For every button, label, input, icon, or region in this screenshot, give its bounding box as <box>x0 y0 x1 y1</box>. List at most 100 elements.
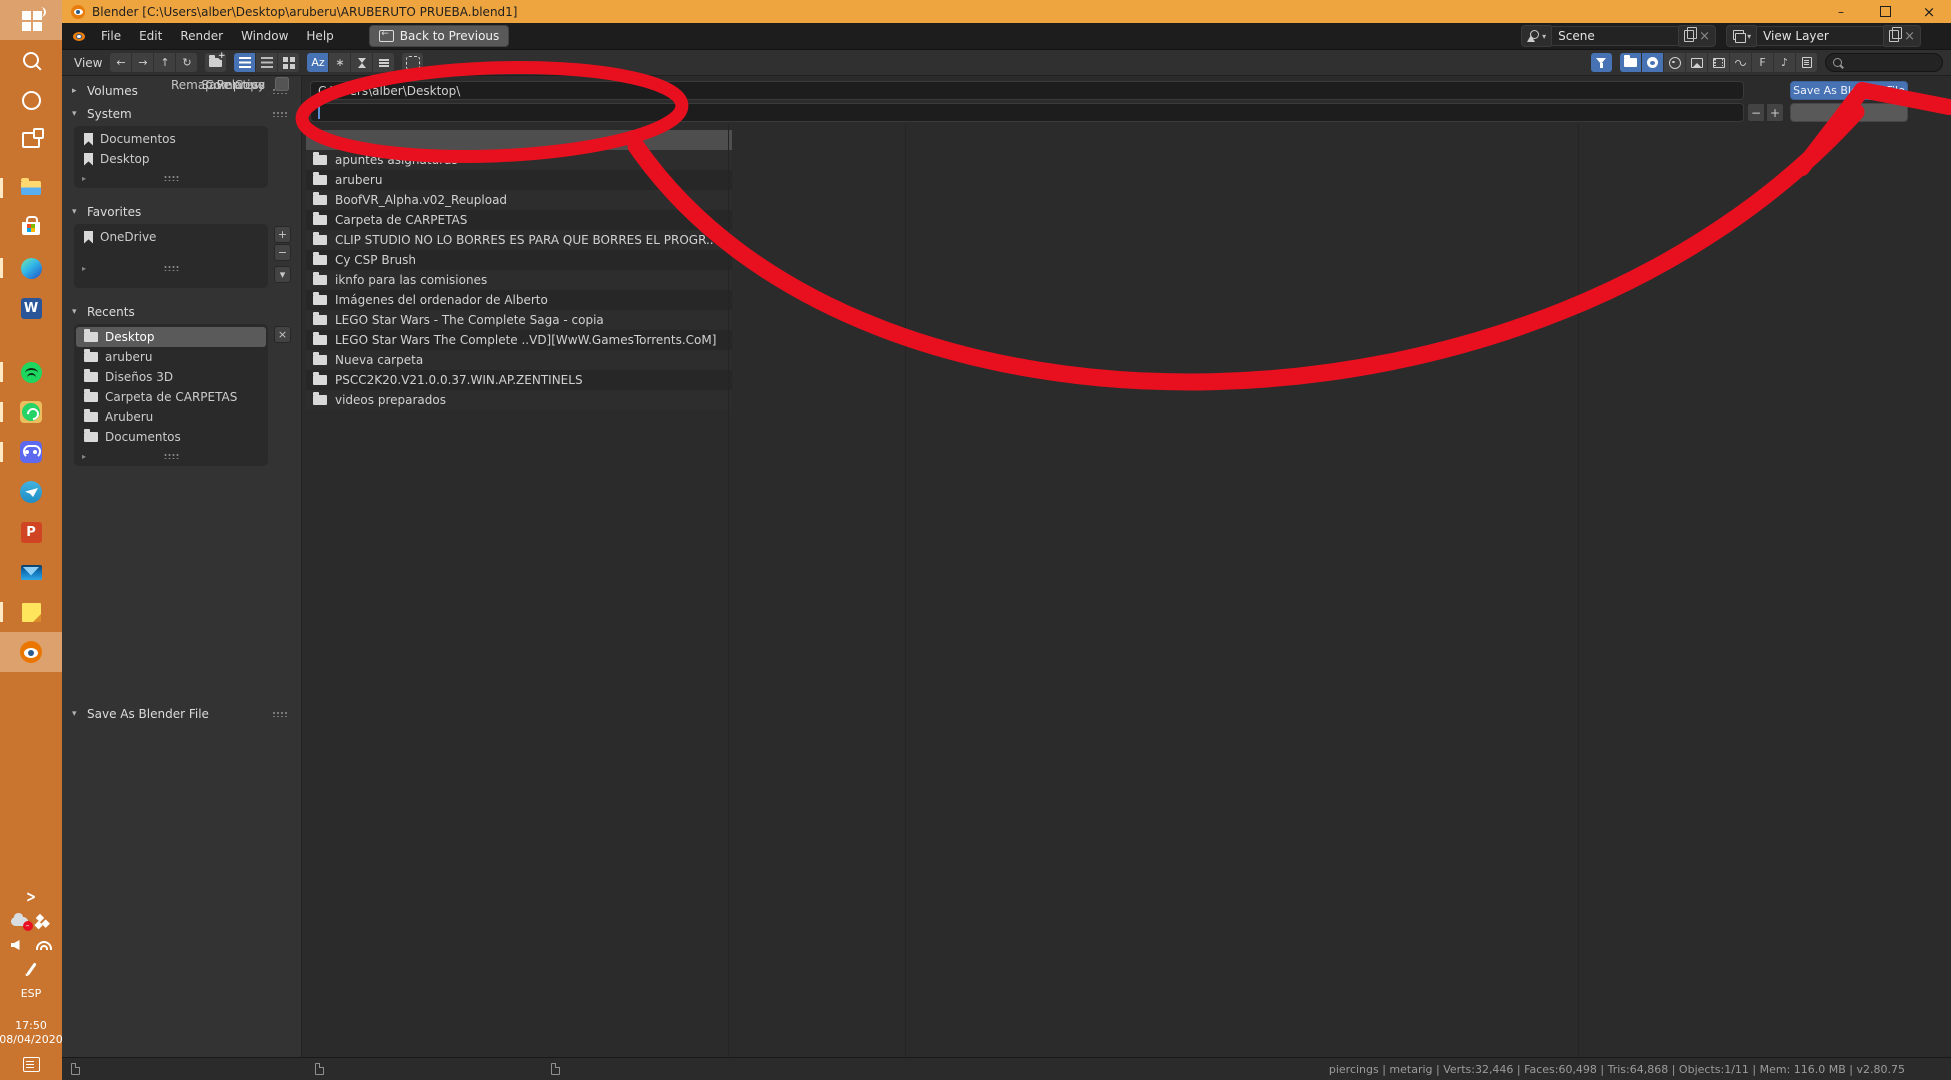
maximize-button[interactable] <box>1863 0 1907 23</box>
menu-item[interactable]: File <box>92 23 130 49</box>
remove-view-layer-icon[interactable]: × <box>1904 30 1915 43</box>
filter-movie-button[interactable] <box>1708 53 1729 72</box>
save-options-panel-header[interactable]: ▾ Save As Blender File <box>62 704 301 724</box>
file-row[interactable]: apuntes asignaturas <box>306 150 732 170</box>
back-to-previous-button[interactable]: Back to Previous <box>369 25 510 47</box>
create-new-directory-button[interactable] <box>205 53 226 72</box>
windows-ink-icon[interactable] <box>0 957 62 981</box>
minimize-button[interactable]: – <box>1819 0 1863 23</box>
taskbar-app-icon[interactable] <box>0 392 62 432</box>
save-as-blender-file-button[interactable]: Save As Blender File <box>1790 81 1908 100</box>
editor-corner-icon[interactable] <box>551 1063 560 1075</box>
scene-name-field[interactable]: Scene <box>1551 26 1679 46</box>
recent-folder-item[interactable]: Desktop <box>76 327 266 347</box>
filter-script-button[interactable] <box>1730 53 1751 72</box>
cancel-button[interactable] <box>1790 103 1908 122</box>
browse-scene-button[interactable]: ▾ <box>1521 25 1551 47</box>
recent-folder-item[interactable]: aruberu <box>76 347 266 367</box>
taskbar-app-icon[interactable] <box>0 80 62 120</box>
add-favorite-button[interactable]: + <box>274 226 291 243</box>
file-row[interactable]: videos preparados <box>306 390 732 410</box>
file-row[interactable]: .. <box>306 130 732 150</box>
filter-text-button[interactable] <box>1796 53 1817 72</box>
expand-icon[interactable]: ▸ <box>82 174 90 183</box>
taskbar-app-icon[interactable] <box>0 40 62 80</box>
favorite-options-button[interactable]: ▾ <box>274 266 291 283</box>
increment-filename-button[interactable]: + <box>1766 103 1784 122</box>
file-row[interactable]: Imágenes del ordenador de Alberto <box>306 290 732 310</box>
new-view-layer-icon[interactable] <box>1889 30 1899 42</box>
panel-grip-icon[interactable] <box>272 111 287 117</box>
file-row[interactable]: LEGO Star Wars - The Complete Saga - cop… <box>306 310 732 330</box>
taskbar-app-icon[interactable] <box>0 288 62 328</box>
file-row[interactable]: iknfo para las comisiones <box>306 270 732 290</box>
system-bookmark-item[interactable]: Documentos <box>76 129 266 149</box>
language-indicator[interactable]: ESP <box>0 981 62 1005</box>
checkbox[interactable] <box>275 77 289 91</box>
taskbar-app-icon[interactable] <box>0 168 62 208</box>
onedrive-tray-icon[interactable] <box>11 917 28 926</box>
recents-panel-header[interactable]: ▾ Recents <box>62 302 301 322</box>
file-row[interactable]: PSCC2K20.V21.0.0.37.WIN.AP.ZENTINELS <box>306 370 732 390</box>
new-scene-icon[interactable] <box>1684 30 1694 42</box>
clear-recents-button[interactable]: × <box>274 326 291 343</box>
vertical-list-display-button[interactable] <box>234 53 255 72</box>
taskbar-app-icon[interactable] <box>0 632 62 672</box>
taskbar-app-icon[interactable] <box>0 472 62 512</box>
taskbar-app-icon[interactable] <box>0 552 62 592</box>
editor-corner-icon[interactable] <box>315 1063 324 1075</box>
menu-item[interactable]: Help <box>297 23 342 49</box>
refresh-button[interactable]: ↻ <box>176 53 197 72</box>
file-row[interactable]: CLIP STUDIO NO LO BORRES ES PARA QUE BOR… <box>306 230 732 250</box>
file-row[interactable]: LEGO Star Wars The Complete ..VD][WwW.Ga… <box>306 330 732 350</box>
menu-item[interactable]: Render <box>171 23 232 49</box>
remove-favorite-button[interactable]: − <box>274 244 291 261</box>
horizontal-list-display-button[interactable] <box>256 53 277 72</box>
recent-folder-item[interactable]: Documentos <box>76 427 266 447</box>
back-button[interactable]: ← <box>110 53 131 72</box>
dropbox-tray-icon[interactable] <box>36 914 52 928</box>
resize-grip-icon[interactable] <box>164 265 179 271</box>
favorite-item[interactable]: OneDrive <box>76 227 266 247</box>
taskbar-app-icon[interactable] <box>0 208 62 248</box>
system-panel-header[interactable]: ▾ System <box>62 104 301 124</box>
filter-blend-backup-button[interactable] <box>1664 53 1685 72</box>
show-hidden-icons-chevron[interactable]: > <box>0 885 62 909</box>
taskbar-app-icon[interactable] <box>0 0 62 40</box>
editor-corner-icon[interactable] <box>71 1063 80 1075</box>
sort-size-button[interactable] <box>373 53 394 72</box>
file-row[interactable]: BoofVR_Alpha.v02_Reupload <box>306 190 732 210</box>
filter-folders-button[interactable] <box>1620 53 1641 72</box>
recent-folder-item[interactable]: Diseños 3D <box>76 367 266 387</box>
resize-grip-icon[interactable] <box>164 175 179 181</box>
filter-font-button[interactable]: F <box>1752 53 1773 72</box>
file-row[interactable]: Nueva carpeta <box>306 350 732 370</box>
panel-grip-icon[interactable] <box>272 711 287 717</box>
filter-toggle-button[interactable] <box>1591 53 1612 72</box>
taskbar-app-icon[interactable] <box>0 120 62 160</box>
filter-blend-button[interactable] <box>1642 53 1663 72</box>
taskbar-app-icon[interactable] <box>0 592 62 632</box>
sort-extension-button[interactable]: ∗ <box>329 53 350 72</box>
favorites-panel-header[interactable]: ▾ Favorites <box>62 202 301 222</box>
parent-directory-button[interactable]: ↑ <box>154 53 175 72</box>
file-name-input[interactable] <box>310 103 1744 122</box>
thumbnail-display-button[interactable] <box>278 53 299 72</box>
file-row[interactable]: aruberu <box>306 170 732 190</box>
file-search-input[interactable] <box>1825 53 1943 72</box>
taskbar-app-icon[interactable] <box>0 432 62 472</box>
resize-grip-icon[interactable] <box>164 453 179 459</box>
recent-folder-item[interactable]: Aruberu <box>76 407 266 427</box>
menu-item[interactable]: Window <box>232 23 297 49</box>
view-layer-name-field[interactable]: View Layer <box>1756 26 1884 46</box>
taskbar-app-icon[interactable] <box>0 352 62 392</box>
file-row[interactable]: Cy CSP Brush <box>306 250 732 270</box>
recent-folder-item[interactable]: Carpeta de CARPETAS <box>76 387 266 407</box>
filter-image-button[interactable] <box>1686 53 1707 72</box>
sort-alphabetical-button[interactable]: Az <box>307 53 328 72</box>
filter-sound-button[interactable]: ♪ <box>1774 53 1795 72</box>
browse-view-layer-button[interactable]: ▾ <box>1726 25 1756 47</box>
display-settings-button[interactable] <box>402 53 423 72</box>
decrement-filename-button[interactable]: − <box>1747 103 1765 122</box>
forward-button[interactable]: → <box>132 53 153 72</box>
